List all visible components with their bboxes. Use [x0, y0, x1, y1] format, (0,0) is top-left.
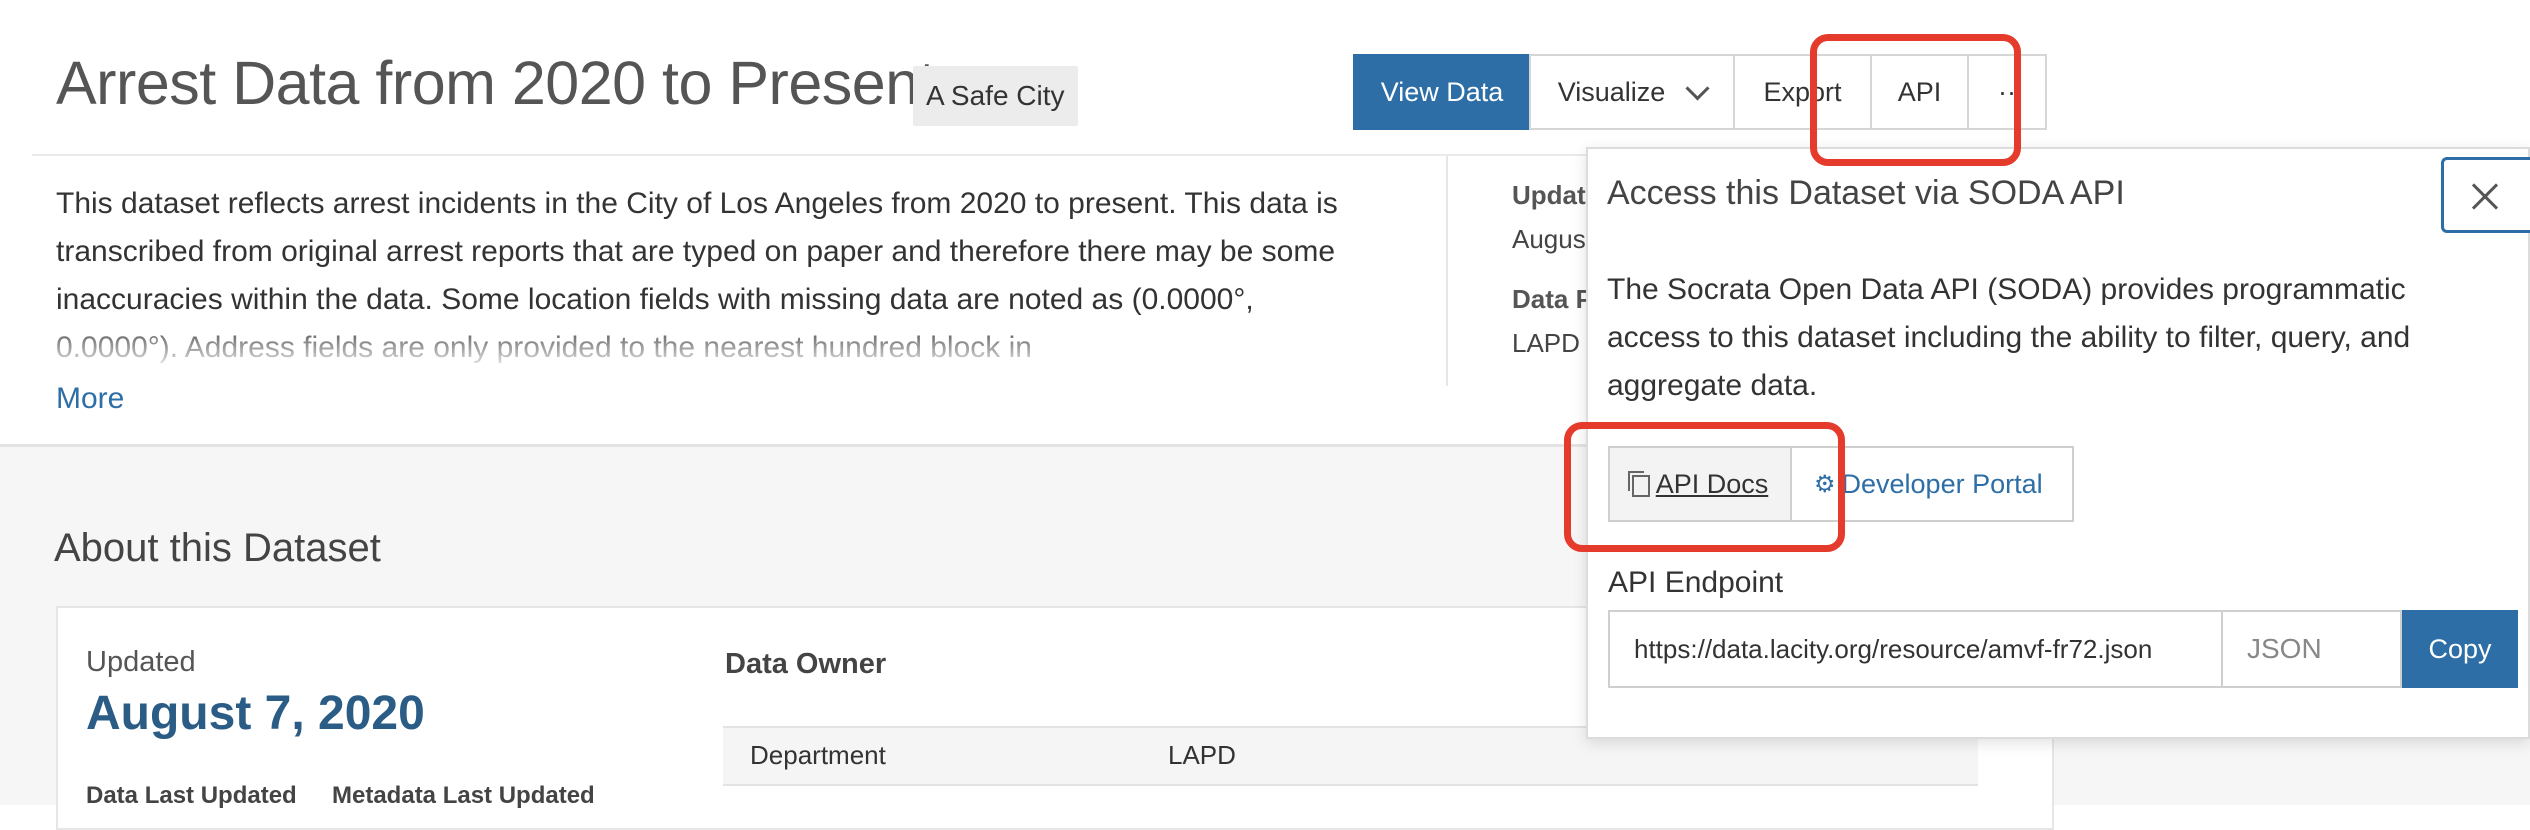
data-owner-title: Data Owner — [725, 648, 887, 680]
side-provider-value: LAPD — [1512, 328, 1580, 358]
about-title: About this Dataset — [54, 526, 381, 570]
api-button-highlight — [1810, 34, 2021, 166]
format-select[interactable]: JSON — [2221, 610, 2402, 688]
popover-title: Access this Dataset via SODA API — [1607, 174, 2125, 212]
api-endpoint-input[interactable]: https://data.lacity.org/resource/amvf-fr… — [1608, 610, 2223, 688]
copy-button[interactable]: Copy — [2402, 610, 2518, 688]
owner-department-key: Department — [750, 740, 886, 770]
side-updated-value: Augus — [1512, 224, 1586, 254]
owner-department-value: LAPD — [1168, 740, 1236, 770]
visualize-button[interactable]: Visualize — [1529, 54, 1735, 130]
view-data-button[interactable]: View Data — [1353, 54, 1531, 130]
data-last-updated-label: Data Last Updated — [86, 782, 297, 809]
header-divider — [32, 154, 1602, 156]
side-updated-label: Updat — [1512, 180, 1586, 210]
page-title: Arrest Data from 2020 to Present — [56, 49, 936, 117]
column-divider — [1446, 156, 1448, 386]
api-endpoint-label: API Endpoint — [1608, 566, 1784, 599]
more-link[interactable]: More — [56, 382, 124, 416]
metadata-last-updated-label: Metadata Last Updated — [332, 782, 595, 809]
category-tag[interactable]: A Safe City — [913, 66, 1078, 126]
chevron-down-icon — [1685, 75, 1710, 101]
popover-description: The Socrata Open Data API (SODA) provide… — [1607, 273, 2411, 402]
updated-label: Updated — [86, 646, 196, 678]
description-fade — [56, 320, 1356, 372]
close-icon[interactable] — [2441, 157, 2530, 233]
visualize-label: Visualize — [1557, 76, 1666, 107]
updated-date: August 7, 2020 — [86, 687, 425, 740]
api-docs-highlight — [1564, 422, 1845, 552]
developer-portal-label: Developer Portal — [1841, 468, 2043, 499]
side-provider-label: Data P — [1512, 284, 1593, 314]
